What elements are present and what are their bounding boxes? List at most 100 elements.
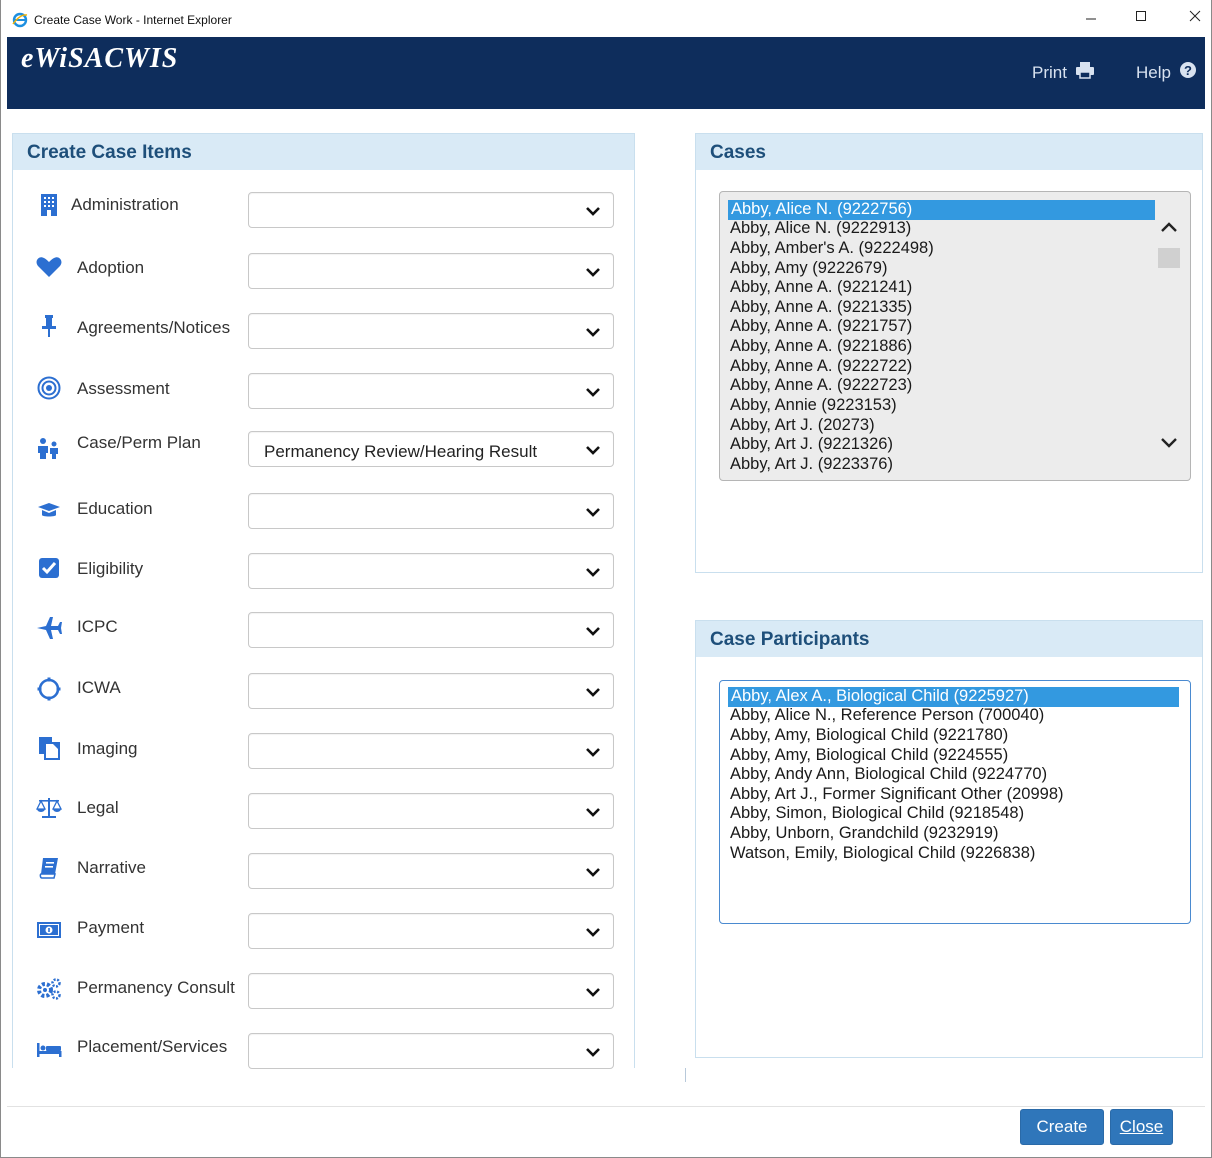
title-bar: Create Case Work - Internet Explorer: [1, 0, 1211, 37]
item-case-perm-plan: Case/Perm Plan Permanency Review/Hearing…: [13, 420, 633, 480]
icwa-select[interactable]: [248, 673, 614, 709]
chevron-down-icon: [585, 505, 601, 519]
case-list-item[interactable]: Abby, Art J. (20273): [730, 416, 875, 436]
participant-list-item[interactable]: Watson, Emily, Biological Child (9226838…: [730, 844, 1035, 864]
minimize-button[interactable]: [1077, 6, 1105, 30]
create-case-items-panel: Create Case Items Administration Adoptio…: [12, 133, 635, 1069]
participant-list-item[interactable]: Abby, Alice N., Reference Person (700040…: [730, 706, 1044, 726]
participant-list-item[interactable]: Abby, Andy Ann, Biological Child (922477…: [730, 765, 1047, 785]
narrative-select[interactable]: [248, 853, 614, 889]
case-participants-listbox[interactable]: Abby, Alex A., Biological Child (9225927…: [719, 680, 1191, 924]
agreements-notices-select[interactable]: [248, 313, 614, 349]
participant-list-item[interactable]: Abby, Alex A., Biological Child (9225927…: [728, 687, 1179, 707]
participant-list-item[interactable]: Abby, Amy, Biological Child (9221780): [730, 726, 1008, 746]
case-list-item[interactable]: Abby, Anne A. (9222723): [730, 376, 912, 396]
internet-explorer-icon: [12, 12, 28, 28]
item-label: Narrative: [77, 858, 146, 877]
target-icon: [36, 375, 62, 401]
chevron-down-icon: [585, 443, 601, 457]
icpc-select[interactable]: [248, 612, 614, 648]
money-icon: [36, 917, 62, 943]
item-permanency-consult: Permanency Consult: [13, 960, 633, 1020]
item-narrative: Narrative: [13, 840, 633, 900]
assessment-select[interactable]: [248, 373, 614, 409]
graduation-cap-icon: [36, 498, 62, 524]
payment-select[interactable]: [248, 913, 614, 949]
case-perm-plan-select[interactable]: Permanency Review/Hearing Result: [248, 431, 614, 467]
item-label: Payment: [77, 918, 145, 937]
close-window-button[interactable]: [1181, 6, 1209, 30]
participant-list-item[interactable]: Abby, Art J., Former Significant Other (…: [730, 785, 1064, 805]
case-list-item[interactable]: Abby, Anne A. (9221335): [730, 298, 912, 318]
scroll-thumb[interactable]: [1158, 248, 1180, 268]
education-select[interactable]: [248, 493, 614, 529]
family-icon: [36, 435, 62, 461]
chevron-down-icon: [585, 265, 601, 279]
placement-services-select[interactable]: [248, 1033, 614, 1069]
legal-select[interactable]: [248, 793, 614, 829]
item-label: ICWA: [77, 678, 121, 697]
imaging-select[interactable]: [248, 733, 614, 769]
chevron-up-icon[interactable]: [1160, 220, 1178, 238]
case-list-item[interactable]: Abby, Anne A. (9221241): [730, 278, 912, 298]
item-adoption: Adoption: [13, 240, 633, 300]
cogs-icon: [36, 976, 62, 1002]
heart-icon: [36, 254, 62, 280]
close-button[interactable]: Close: [1110, 1109, 1173, 1145]
permanency-consult-select[interactable]: [248, 973, 614, 1009]
participant-list-item[interactable]: Abby, Amy, Biological Child (9224555): [730, 746, 1008, 766]
administration-select[interactable]: [248, 192, 614, 228]
select-value: Permanency Review/Hearing Result: [264, 442, 538, 461]
participant-list-item[interactable]: Abby, Unborn, Grandchild (9232919): [730, 824, 998, 844]
create-button[interactable]: Create: [1020, 1109, 1104, 1145]
case-list-item[interactable]: Abby, Alice N. (9222913): [730, 219, 911, 239]
chevron-down-icon: [585, 985, 601, 999]
participant-list-item[interactable]: Abby, Simon, Biological Child (9218548): [730, 804, 1024, 824]
case-list-item[interactable]: Abby, Alice N. (9222756): [728, 200, 1155, 220]
case-list-item[interactable]: Abby, Amy (9222679): [730, 259, 887, 279]
checkbox-icon: [36, 555, 62, 581]
maximize-button[interactable]: [1127, 6, 1155, 30]
case-list-item[interactable]: Abby, Amber's A. (9222498): [730, 239, 934, 259]
case-list-item[interactable]: Abby, Annie (9223153): [730, 396, 897, 416]
cases-scrollbar[interactable]: [1156, 192, 1190, 480]
chevron-down-icon: [585, 565, 601, 579]
case-list-item[interactable]: Abby, Anne A. (9221886): [730, 337, 912, 357]
minimize-icon: [1085, 9, 1097, 27]
chevron-down-icon: [585, 925, 601, 939]
item-assessment: Assessment: [13, 360, 633, 420]
item-label: Eligibility: [77, 559, 144, 578]
help-link[interactable]: Help ?: [1136, 61, 1197, 84]
case-list-item[interactable]: Abby, Anne A. (9221757): [730, 317, 912, 337]
adoption-select[interactable]: [248, 253, 614, 289]
case-list-item[interactable]: Abby, Art J. (9223376): [730, 455, 893, 475]
brand-logo: eWiSACWIS: [21, 43, 179, 74]
case-list-item[interactable]: Abby, Art J. (9221326): [730, 435, 893, 455]
window-title: Create Case Work - Internet Explorer: [34, 13, 232, 27]
print-link[interactable]: Print: [1032, 61, 1095, 84]
divider-mark: [685, 1068, 686, 1082]
close-button-label: Close: [1119, 1117, 1164, 1136]
item-label: ICPC: [77, 617, 118, 636]
printer-icon: [1075, 61, 1095, 84]
pushpin-icon: [36, 313, 62, 339]
item-icpc: ICPC: [13, 600, 633, 660]
chevron-down-icon[interactable]: [1160, 436, 1178, 454]
item-legal: Legal: [13, 780, 633, 840]
item-label: Education: [77, 499, 153, 518]
question-circle-icon: ?: [1179, 61, 1197, 84]
item-imaging: Imaging: [13, 720, 633, 780]
create-button-label: Create: [1036, 1117, 1088, 1136]
item-label: Case/Perm Plan: [77, 433, 201, 452]
chevron-down-icon: [585, 204, 601, 218]
circle-o-icon: [36, 676, 62, 702]
eligibility-select[interactable]: [248, 553, 614, 589]
building-icon: [36, 192, 62, 218]
case-participants-panel: Case Participants Abby, Alex A., Biologi…: [695, 620, 1203, 1058]
case-list-item[interactable]: Abby, Anne A. (9222722): [730, 357, 912, 377]
cases-listbox[interactable]: Abby, Alice N. (9222756) Abby, Alice N. …: [719, 191, 1191, 481]
chevron-down-icon: [585, 865, 601, 879]
chevron-down-icon: [585, 685, 601, 699]
item-label: Assessment: [77, 379, 170, 398]
chevron-down-icon: [585, 624, 601, 638]
